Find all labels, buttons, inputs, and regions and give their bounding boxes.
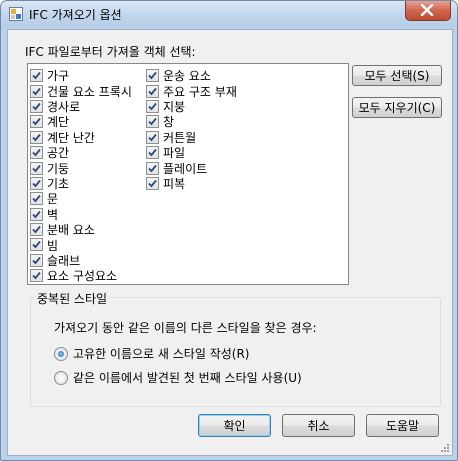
cancel-button[interactable]: 취소 — [282, 414, 355, 437]
checkmark-icon — [148, 87, 157, 95]
radio-label: 같은 이름에서 발견된 첫 번째 스타일 사용(U) — [73, 371, 302, 385]
checkbox[interactable] — [30, 99, 43, 113]
checkmark-icon — [32, 226, 41, 234]
checkbox[interactable] — [30, 192, 43, 206]
checkbox[interactable] — [30, 115, 43, 129]
checklist-item-label: 피복 — [163, 176, 186, 191]
dialog-body: IFC 파일로부터 가져올 객체 선택: 가구 건물 요소 프록시 경사로 계단 계단 … — [7, 29, 453, 456]
checklist-item[interactable]: 벽 — [30, 207, 132, 222]
checklist-item[interactable]: 지붕 — [146, 99, 237, 114]
checklist-item[interactable]: 피복 — [146, 176, 237, 191]
checklist-item[interactable]: 가구 — [30, 68, 132, 83]
checkbox[interactable] — [30, 69, 43, 83]
checkmark-icon — [148, 133, 157, 142]
checkmark-icon — [148, 149, 157, 157]
checklist-item-label: 요소 구성요소 — [47, 269, 118, 284]
checkbox[interactable] — [30, 146, 43, 160]
checkmark-icon — [32, 102, 41, 111]
checklist-item[interactable]: 공간 — [30, 145, 132, 160]
checkbox[interactable] — [30, 161, 43, 175]
checkbox[interactable] — [146, 99, 159, 113]
checkmark-icon — [32, 179, 41, 188]
checkbox[interactable] — [146, 84, 159, 98]
objects-checklist[interactable]: 가구 건물 요소 프록시 경사로 계단 계단 난간 공간 기둥 기초 문 벽 분배 요소 빔 슬래브 요소… — [27, 63, 349, 285]
checklist-item[interactable]: 창 — [146, 114, 237, 129]
clear-all-button[interactable]: 모두 지우기(C) — [352, 97, 442, 118]
checklist-item[interactable]: 기둥 — [30, 160, 132, 176]
radio-label: 고유한 이름으로 새 스타일 작성(R) — [73, 347, 250, 361]
checkbox[interactable] — [30, 130, 43, 144]
checkmark-icon — [148, 179, 157, 188]
radio-use-first-found[interactable]: 같은 이름에서 발견된 첫 번째 스타일 사용(U) — [54, 369, 302, 386]
checklist-item[interactable]: 슬래브 — [30, 253, 132, 268]
checklist-item[interactable]: 운송 요소 — [146, 68, 237, 83]
checkmark-icon — [148, 118, 157, 126]
checklist-item[interactable]: 건물 요소 프록시 — [30, 83, 132, 99]
checkmark-icon — [148, 102, 157, 111]
select-all-button[interactable]: 모두 선택(S) — [352, 65, 442, 86]
checkmark-icon — [32, 272, 41, 280]
checklist-column-1: 가구 건물 요소 프록시 경사로 계단 계단 난간 공간 기둥 기초 문 벽 분배 요소 빔 슬래브 요소… — [30, 68, 132, 283]
checklist-item[interactable]: 경사로 — [30, 99, 132, 114]
objects-caption: IFC 파일로부터 가져올 객체 선택: — [25, 45, 196, 59]
radio-button[interactable] — [54, 370, 68, 385]
app-icon — [9, 7, 23, 21]
checklist-column-2: 운송 요소 주요 구조 부재 지붕 창 커튼월 파일 플레이트 피복 — [146, 68, 237, 191]
checkbox[interactable] — [30, 253, 43, 267]
ifc-import-options-dialog: IFC 가져오기 옵션 IFC 파일로부터 가져올 객체 선택: 가구 건물 요소… — [0, 0, 458, 461]
checkbox[interactable] — [146, 161, 159, 175]
checklist-item[interactable]: 요소 구성요소 — [30, 268, 132, 283]
checkbox[interactable] — [30, 238, 43, 252]
checkbox[interactable] — [146, 69, 159, 83]
checklist-item[interactable]: 분배 요소 — [30, 222, 132, 237]
resize-grip-icon[interactable] — [440, 443, 450, 453]
checklist-item[interactable]: 파일 — [146, 145, 237, 160]
duplicate-styles-question: 가져오기 동안 같은 이름의 다른 스타일을 찾은 경우: — [54, 321, 317, 335]
checklist-item[interactable]: 문 — [30, 191, 132, 206]
checkmark-icon — [32, 118, 41, 126]
checkbox[interactable] — [146, 130, 159, 144]
checklist-item[interactable]: 기초 — [30, 176, 132, 191]
ok-button[interactable]: 확인 — [198, 414, 271, 437]
checkmark-icon — [148, 72, 157, 80]
checkbox[interactable] — [30, 176, 43, 190]
checklist-item[interactable]: 커튼월 — [146, 130, 237, 145]
help-button[interactable]: 도움말 — [366, 414, 439, 437]
checklist-item[interactable]: 계단 — [30, 114, 132, 129]
checkmark-icon — [32, 241, 41, 249]
title-bar: IFC 가져오기 옵션 — [1, 1, 457, 27]
checklist-item[interactable]: 주요 구조 부재 — [146, 83, 237, 99]
checkbox[interactable] — [146, 146, 159, 160]
checkmark-icon — [32, 133, 41, 142]
close-icon — [420, 4, 434, 16]
close-button[interactable] — [405, 1, 451, 21]
radio-create-unique[interactable]: 고유한 이름으로 새 스타일 작성(R) — [54, 345, 249, 362]
checkbox[interactable] — [146, 115, 159, 129]
checkbox[interactable] — [146, 176, 159, 190]
checkmark-icon — [32, 195, 41, 203]
checkmark-icon — [32, 149, 41, 157]
checkbox[interactable] — [30, 269, 43, 283]
checkbox[interactable] — [30, 223, 43, 237]
checkmark-icon — [32, 256, 41, 265]
checklist-item[interactable]: 계단 난간 — [30, 130, 132, 145]
radio-selected-dot — [58, 350, 64, 357]
checkbox[interactable] — [30, 84, 43, 98]
checkmark-icon — [148, 164, 157, 172]
checkmark-icon — [32, 72, 41, 80]
checklist-item[interactable]: 플레이트 — [146, 160, 237, 176]
checkmark-icon — [32, 87, 41, 95]
window-title: IFC 가져오기 옵션 — [29, 8, 122, 22]
duplicate-styles-legend: 중복된 스타일 — [34, 290, 111, 307]
radio-button[interactable] — [54, 346, 68, 361]
checkmark-icon — [32, 164, 41, 172]
checkmark-icon — [32, 210, 41, 219]
checklist-item[interactable]: 빔 — [30, 237, 132, 253]
checkbox[interactable] — [30, 207, 43, 221]
